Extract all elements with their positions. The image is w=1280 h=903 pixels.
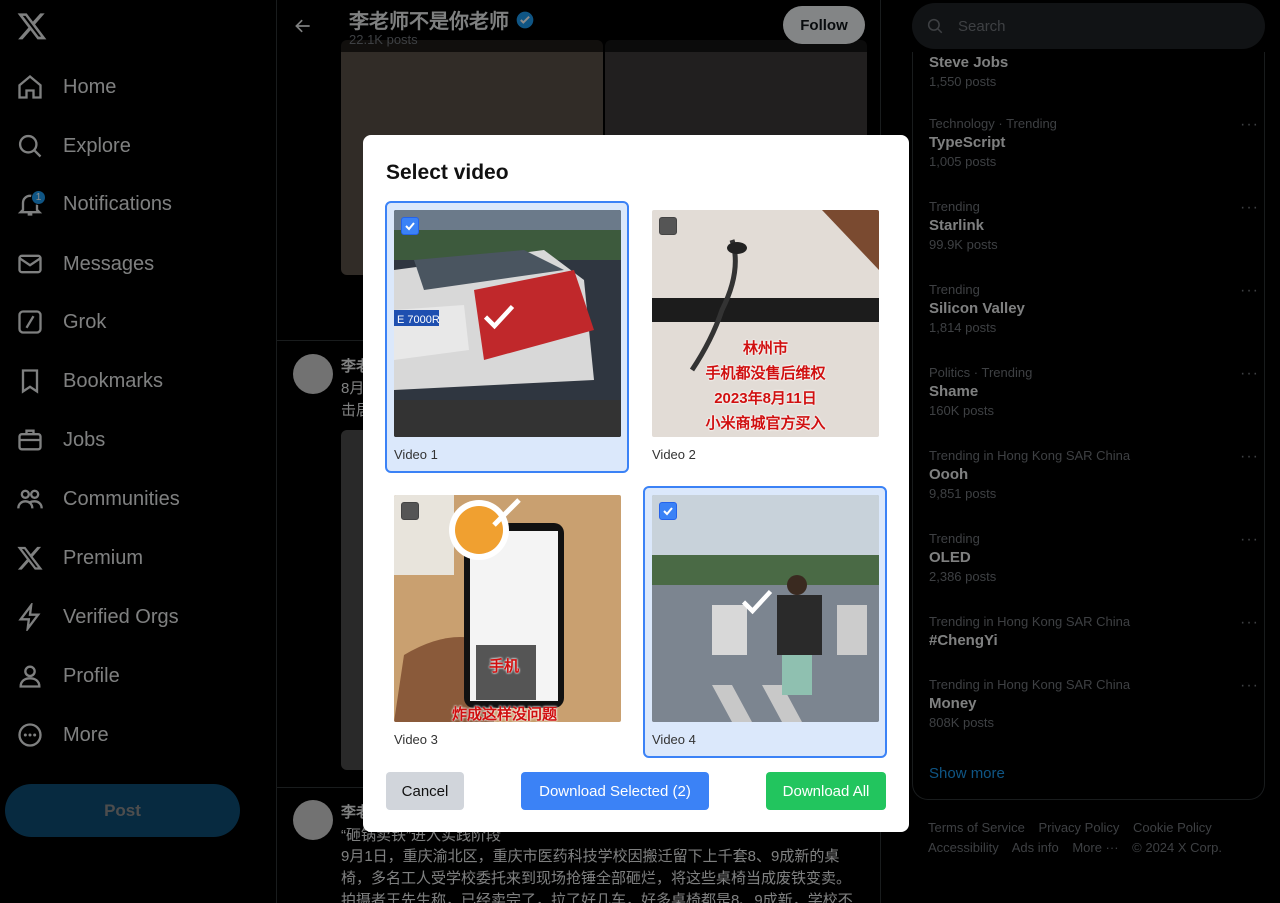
video-caption: 林州市 手机都没售后维权 2023年8月11日 小米商城官方买入	[652, 336, 879, 436]
caption-line: 2023年8月11日	[714, 390, 817, 407]
select-video-dialog: Select video E 7000R Video 1 林州市 手机都没售后维…	[363, 135, 909, 832]
video-label: Video 4	[652, 732, 696, 747]
video-option-1[interactable]: E 7000R Video 1	[385, 201, 629, 473]
caption-line: 炸成这样没问题	[452, 706, 558, 722]
selected-check-icon	[483, 304, 515, 330]
video-option-2[interactable]: 林州市 手机都没售后维权 2023年8月11日 小米商城官方买入 Video 2	[643, 201, 887, 473]
video-thumbnail: 手机 炸成这样没问题	[394, 495, 621, 722]
caption-line: 林州市	[742, 340, 788, 357]
video-checkbox[interactable]	[659, 217, 677, 235]
selected-check-icon	[741, 589, 773, 615]
caption-line: 手机	[489, 658, 520, 675]
video-checkbox[interactable]	[401, 217, 419, 235]
video-checkbox[interactable]	[659, 502, 677, 520]
license-plate-text: E 7000R	[397, 314, 440, 326]
video-thumbnail: 林州市 手机都没售后维权 2023年8月11日 小米商城官方买入	[652, 210, 879, 437]
cancel-button[interactable]: Cancel	[386, 772, 464, 810]
download-all-button[interactable]: Download All	[766, 772, 886, 810]
video-label: Video 3	[394, 732, 438, 747]
video-checkbox[interactable]	[401, 502, 419, 520]
hand-phone-thumbnail-image	[394, 495, 621, 722]
caption-line: 手机都没售后维权	[705, 365, 826, 382]
video-option-3[interactable]: 手机 炸成这样没问题 Video 3	[385, 486, 629, 758]
dialog-title: Select video	[386, 161, 509, 184]
video-label: Video 2	[652, 447, 696, 462]
download-selected-button[interactable]: Download Selected (2)	[521, 772, 709, 810]
caption-line: 小米商城官方买入	[705, 415, 826, 432]
video-option-4[interactable]: Video 4	[643, 486, 887, 758]
video-label: Video 1	[394, 447, 438, 462]
